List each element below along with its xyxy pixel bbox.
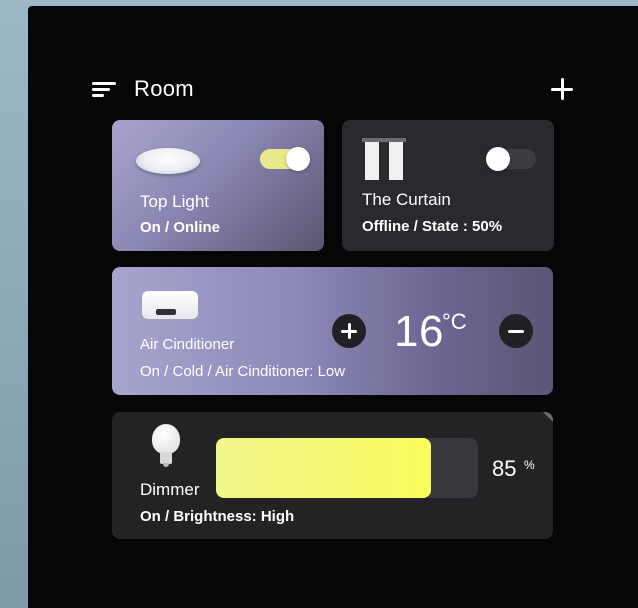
header: Room — [90, 74, 574, 104]
device-card-dimmer[interactable]: Dimmer On / Brightness: High 85 % — [112, 412, 553, 539]
device-card-top-light[interactable]: Top Light On / Online — [112, 120, 324, 251]
curtain-icon — [362, 138, 406, 180]
temperature-increase-button[interactable] — [332, 314, 366, 348]
curtain-power-toggle[interactable] — [486, 147, 536, 171]
device-card-curtain[interactable]: The Curtain Offline / State : 50% — [342, 120, 554, 251]
device-name: Dimmer — [140, 480, 200, 499]
heater-icon — [142, 291, 198, 319]
light-power-toggle[interactable] — [260, 147, 310, 171]
plus-icon[interactable] — [550, 77, 574, 101]
toggle-knob — [486, 147, 510, 171]
ceiling-lamp-icon — [136, 148, 200, 174]
brightness-fill — [216, 438, 431, 498]
toggle-knob — [286, 147, 310, 171]
bulb-icon — [152, 424, 180, 470]
menu-icon[interactable] — [90, 79, 118, 99]
temperature-unit: °C — [442, 309, 467, 334]
device-name: Air Cinditioner — [140, 336, 235, 353]
device-status: On / Online — [140, 219, 221, 236]
temperature-decrease-button[interactable] — [499, 314, 533, 348]
temperature-value: 16 — [394, 307, 444, 356]
brightness-value: 85 — [492, 456, 517, 481]
device-status: On / Brightness: High — [140, 508, 295, 525]
device-card-air-conditioner[interactable]: Air Cinditioner On / Cold / Air Cinditio… — [112, 267, 553, 395]
device-status: Offline / State : 50% — [362, 218, 503, 235]
device-name: The Curtain — [362, 190, 451, 209]
device-name: Top Light — [140, 192, 209, 211]
page-title: Room — [134, 76, 194, 101]
brightness-unit: % — [524, 458, 535, 472]
card-corner — [543, 412, 553, 422]
brightness-slider[interactable] — [216, 438, 478, 498]
device-status: On / Cold / Air Cinditioner: Low — [140, 363, 346, 380]
